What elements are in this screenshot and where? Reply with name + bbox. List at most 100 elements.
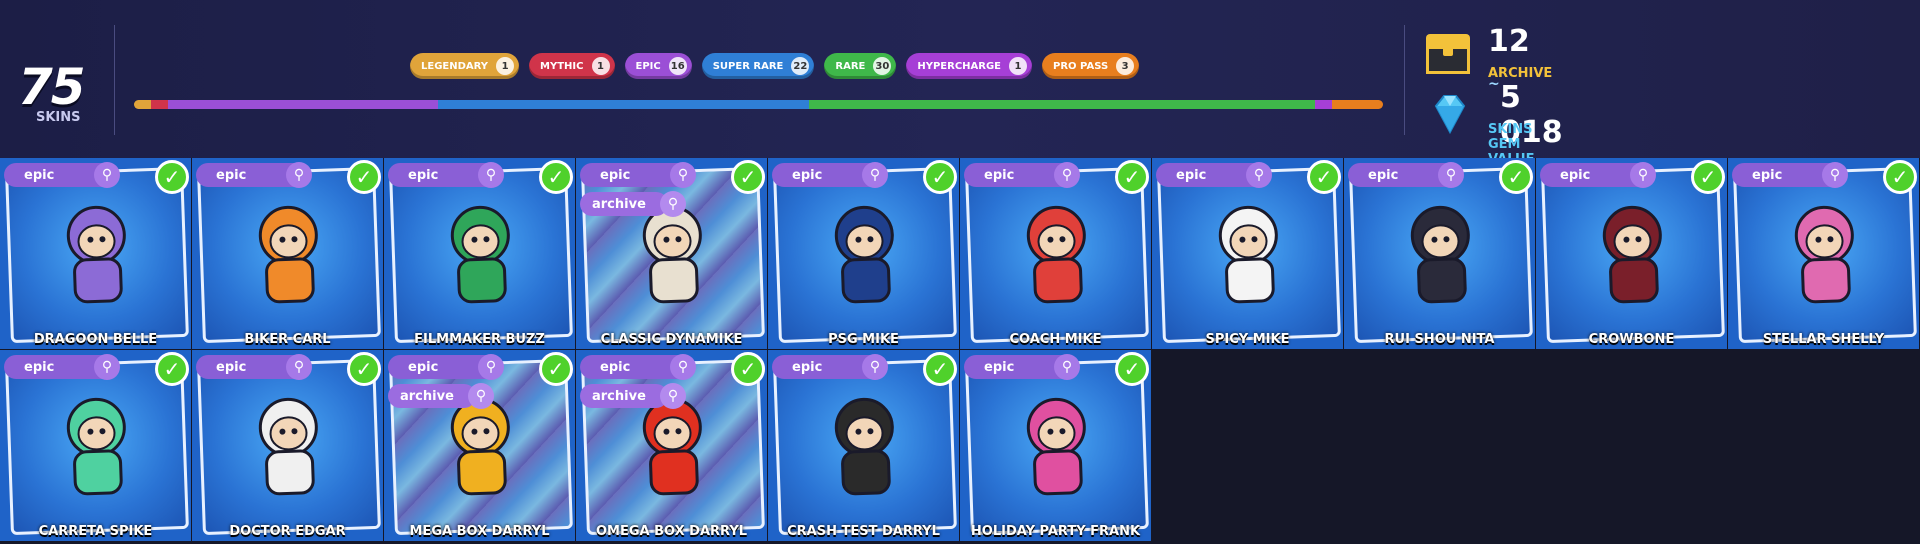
bar-segment-pro-pass bbox=[1332, 100, 1383, 109]
brawler-portrait bbox=[834, 397, 894, 496]
hanger-icon[interactable]: ⚲ bbox=[286, 162, 312, 188]
skin-card[interactable]: epic ⚲ ✓ CARRETA SPIKE bbox=[0, 350, 191, 541]
archive-hanger-icon[interactable]: ⚲ bbox=[660, 191, 686, 217]
skin-frame bbox=[965, 358, 1149, 536]
skin-card[interactable]: epic ⚲ ✓ HOLIDAY PARTY FRANK bbox=[960, 350, 1151, 541]
skin-card[interactable]: epic ⚲ ✓ DOCTOR EDGAR bbox=[192, 350, 383, 541]
bar-segment-super-rare bbox=[437, 100, 810, 109]
rarity-filter-rare[interactable]: RARE 30 bbox=[824, 53, 897, 79]
hanger-icon[interactable]: ⚲ bbox=[1246, 162, 1272, 188]
hanger-icon[interactable]: ⚲ bbox=[94, 162, 120, 188]
rarity-label: LEGENDARY bbox=[421, 60, 489, 72]
hanger-icon[interactable]: ⚲ bbox=[670, 162, 696, 188]
hanger-icon[interactable]: ⚲ bbox=[862, 354, 888, 380]
skin-name: OMEGA BOX DARRYL bbox=[595, 524, 748, 539]
skin-card[interactable]: epic ⚲ ✓ DRAGOON BELLE bbox=[0, 158, 191, 349]
brawler-portrait bbox=[1794, 205, 1854, 304]
rarity-filter-mythic[interactable]: MYTHIC 1 bbox=[529, 53, 615, 79]
skin-name: CRASH TEST DARRYL bbox=[787, 524, 940, 539]
collection-header: 75 SKINS LEGENDARY 1 MYTHIC 1 EPIC 16 SUPER RA… bbox=[0, 0, 1920, 167]
skin-frame bbox=[389, 166, 573, 344]
owned-check-icon: ✓ bbox=[923, 160, 957, 194]
owned-check-icon: ✓ bbox=[1115, 160, 1149, 194]
skin-frame bbox=[197, 166, 381, 344]
skin-card[interactable]: epic ⚲ ✓ CRASH TEST DARRYL bbox=[768, 350, 959, 541]
skin-frame bbox=[1541, 166, 1725, 344]
divider bbox=[1404, 25, 1405, 135]
skin-frame bbox=[965, 166, 1149, 344]
brawler-portrait bbox=[450, 205, 510, 304]
owned-check-icon: ✓ bbox=[731, 352, 765, 386]
skin-name: FILMMAKER BUZZ bbox=[414, 332, 545, 347]
owned-check-icon: ✓ bbox=[1499, 160, 1533, 194]
skin-frame bbox=[5, 358, 189, 536]
archive-hanger-icon[interactable]: ⚲ bbox=[468, 383, 494, 409]
rarity-count: 30 bbox=[873, 57, 892, 75]
skin-name: STELLAR SHELLY bbox=[1762, 332, 1885, 347]
rarity-filter-hypercharge[interactable]: HYPERCHARGE 1 bbox=[906, 53, 1033, 79]
skin-name: DOCTOR EDGAR bbox=[229, 524, 346, 539]
skin-card[interactable]: epic ⚲ ✓ COACH MIKE bbox=[960, 158, 1151, 349]
rarity-label: MYTHIC bbox=[540, 60, 584, 72]
skin-card[interactable]: epic ⚲ ✓ BIKER CARL bbox=[192, 158, 383, 349]
bar-segment-hypercharge bbox=[1315, 100, 1333, 109]
hanger-icon[interactable]: ⚲ bbox=[1822, 162, 1848, 188]
skin-card[interactable]: epic ⚲ ✓ PSG MIKE bbox=[768, 158, 959, 349]
skin-card[interactable]: epic ⚲ ✓ SPICY MIKE bbox=[1152, 158, 1343, 349]
skin-card[interactable]: epic ⚲ ✓ FILMMAKER BUZZ bbox=[384, 158, 575, 349]
rarity-label: HYPERCHARGE bbox=[917, 60, 1002, 72]
owned-check-icon: ✓ bbox=[155, 160, 189, 194]
skin-frame bbox=[1733, 166, 1917, 344]
archive-tag: archive bbox=[580, 384, 668, 408]
owned-check-icon: ✓ bbox=[347, 160, 381, 194]
rarity-filter-pro-pass[interactable]: PRO PASS 3 bbox=[1042, 53, 1140, 79]
brawler-portrait bbox=[1218, 205, 1278, 304]
rarity-label: PRO PASS bbox=[1053, 60, 1109, 72]
skin-card[interactable]: epic ⚲ ✓ STELLAR SHELLY bbox=[1728, 158, 1919, 349]
divider bbox=[114, 25, 115, 135]
skin-name: RUI SHOU NITA bbox=[1384, 332, 1495, 347]
brawler-portrait bbox=[66, 397, 126, 496]
skin-card[interactable]: epic ⚲ archive ⚲ ✓ MEGA BOX DARRYL bbox=[384, 350, 575, 541]
skin-name: CLASSIC DYNAMIKE bbox=[600, 332, 743, 347]
rarity-count: 16 bbox=[668, 57, 687, 75]
hanger-icon[interactable]: ⚲ bbox=[94, 354, 120, 380]
skin-frame bbox=[1349, 166, 1533, 344]
brawler-portrait bbox=[1602, 205, 1662, 304]
hanger-icon[interactable]: ⚲ bbox=[478, 354, 504, 380]
hanger-icon[interactable]: ⚲ bbox=[1054, 162, 1080, 188]
brawler-portrait bbox=[834, 205, 894, 304]
hanger-icon[interactable]: ⚲ bbox=[1438, 162, 1464, 188]
chest-icon bbox=[1426, 34, 1470, 74]
archive-hanger-icon[interactable]: ⚲ bbox=[660, 383, 686, 409]
skin-card[interactable]: epic ⚲ archive ⚲ ✓ OMEGA BOX DARRYL bbox=[576, 350, 767, 541]
gem-icon bbox=[1434, 95, 1466, 135]
skin-card[interactable]: epic ⚲ archive ⚲ ✓ CLASSIC DYNAMIKE bbox=[576, 158, 767, 349]
bar-segment-mythic bbox=[150, 100, 168, 109]
owned-check-icon: ✓ bbox=[1115, 352, 1149, 386]
skin-count: 75 bbox=[18, 58, 86, 116]
skin-name: COACH MIKE bbox=[1009, 332, 1102, 347]
hanger-icon[interactable]: ⚲ bbox=[1054, 354, 1080, 380]
rarity-count: 1 bbox=[496, 57, 515, 75]
skin-name: DRAGOON BELLE bbox=[33, 332, 158, 347]
rarity-filter-epic[interactable]: EPIC 16 bbox=[624, 53, 692, 79]
skin-name: MEGA BOX DARRYL bbox=[409, 524, 550, 539]
hanger-icon[interactable]: ⚲ bbox=[862, 162, 888, 188]
hanger-icon[interactable]: ⚲ bbox=[478, 162, 504, 188]
rarity-filter-super-rare[interactable]: SUPER RARE 22 bbox=[701, 53, 815, 79]
hanger-icon[interactable]: ⚲ bbox=[670, 354, 696, 380]
skin-card[interactable]: epic ⚲ ✓ CROWBONE bbox=[1536, 158, 1727, 349]
owned-check-icon: ✓ bbox=[923, 352, 957, 386]
rarity-filter-legendary[interactable]: LEGENDARY 1 bbox=[410, 53, 520, 79]
owned-check-icon: ✓ bbox=[1883, 160, 1917, 194]
hanger-icon[interactable]: ⚲ bbox=[1630, 162, 1656, 188]
skin-card[interactable]: epic ⚲ ✓ RUI SHOU NITA bbox=[1344, 158, 1535, 349]
skin-frame bbox=[1157, 166, 1341, 344]
brawler-portrait bbox=[1410, 205, 1470, 304]
skin-frame bbox=[773, 166, 957, 344]
hanger-icon[interactable]: ⚲ bbox=[286, 354, 312, 380]
archive-tag: archive bbox=[580, 192, 668, 216]
owned-check-icon: ✓ bbox=[1307, 160, 1341, 194]
owned-check-icon: ✓ bbox=[347, 352, 381, 386]
